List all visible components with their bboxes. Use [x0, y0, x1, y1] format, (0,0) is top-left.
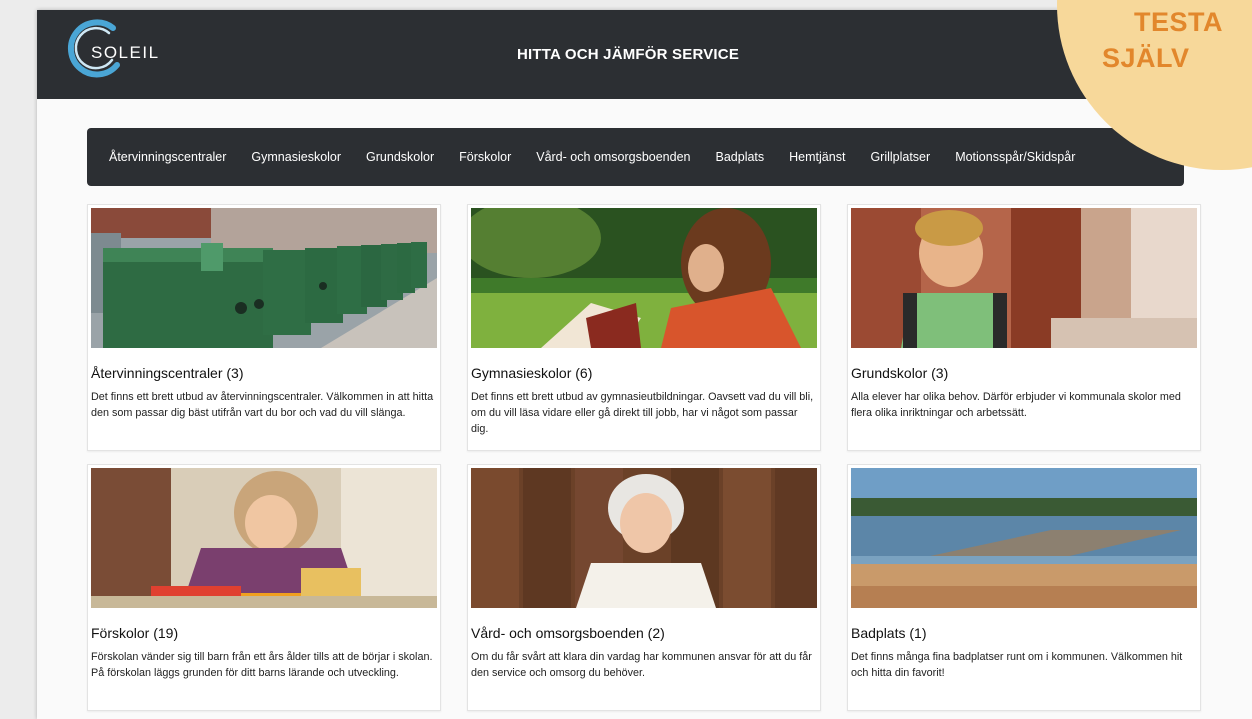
child-painting-image: [91, 468, 437, 608]
card-title[interactable]: Gymnasieskolor (6): [471, 365, 592, 381]
card-description: Alla elever har olika behov. Därför erbj…: [851, 391, 1181, 419]
badge-line-2: SJÄLV: [1102, 43, 1190, 73]
nav-item-vard-och-omsorgsboenden[interactable]: Vård- och omsorgsboenden: [536, 150, 690, 164]
nav-item-grundskolor[interactable]: Grundskolor: [366, 150, 434, 164]
card-description: Förskolan vänder sig till barn från ett …: [91, 651, 433, 679]
lake-beach-image: [851, 468, 1197, 608]
nav-item-badplats[interactable]: Badplats: [716, 150, 765, 164]
card-title[interactable]: Grundskolor (3): [851, 365, 948, 381]
service-card-badplats[interactable]: Badplats (1) Det finns många fina badpla…: [847, 464, 1201, 711]
student-reading-image: [471, 208, 817, 348]
service-card-atervinningscentraler[interactable]: Återvinningscentraler (3) Det finns ett …: [87, 204, 441, 451]
logo-text: SOLEIL: [91, 43, 160, 62]
page-title: HITTA OCH JÄMFÖR SERVICE: [517, 46, 740, 63]
nav-item-forskolor[interactable]: Förskolor: [459, 150, 511, 164]
card-description: Om du får svårt att klara din vardag har…: [471, 651, 812, 679]
browser-viewport: SOLEIL HITTA OCH JÄMFÖR SERVICE Återvinn…: [37, 10, 1252, 719]
site-logo[interactable]: SOLEIL: [65, 18, 175, 82]
elderly-woman-image: [471, 468, 817, 608]
card-description: Det finns ett brett utbud av återvinning…: [91, 391, 434, 419]
category-navbar: Återvinningscentraler Gymnasieskolor Gru…: [87, 128, 1184, 186]
nav-item-motionsspar[interactable]: Motionsspår/Skidspår: [955, 150, 1075, 164]
card-title[interactable]: Vård- och omsorgsboenden (2): [471, 625, 665, 641]
badge-line-1: TESTA: [1134, 7, 1223, 37]
service-card-vard-och-omsorgsboenden[interactable]: Vård- och omsorgsboenden (2) Om du får s…: [467, 464, 821, 711]
nav-item-atervinningscentraler[interactable]: Återvinningscentraler: [109, 150, 226, 164]
nav-list: Återvinningscentraler Gymnasieskolor Gru…: [87, 128, 1184, 186]
card-title[interactable]: Återvinningscentraler (3): [91, 365, 244, 381]
service-card-gymnasieskolor[interactable]: Gymnasieskolor (6) Det finns ett brett u…: [467, 204, 821, 451]
recycling-bins-image: [91, 208, 437, 348]
card-description: Det finns ett brett utbud av gymnasieutb…: [471, 391, 814, 435]
service-card-forskolor[interactable]: Förskolor (19) Förskolan vänder sig till…: [87, 464, 441, 711]
nav-item-grillplatser[interactable]: Grillplatser: [870, 150, 930, 164]
schoolboy-image: [851, 208, 1197, 348]
card-title[interactable]: Förskolor (19): [91, 625, 178, 641]
nav-item-gymnasieskolor[interactable]: Gymnasieskolor: [251, 150, 341, 164]
service-card-grundskolor[interactable]: Grundskolor (3) Alla elever har olika be…: [847, 204, 1201, 451]
card-description: Det finns många fina badplatser runt om …: [851, 651, 1183, 679]
nav-item-hemtjanst[interactable]: Hemtjänst: [789, 150, 845, 164]
screenshot-frame: SOLEIL HITTA OCH JÄMFÖR SERVICE Återvinn…: [0, 0, 1252, 719]
card-title[interactable]: Badplats (1): [851, 625, 926, 641]
